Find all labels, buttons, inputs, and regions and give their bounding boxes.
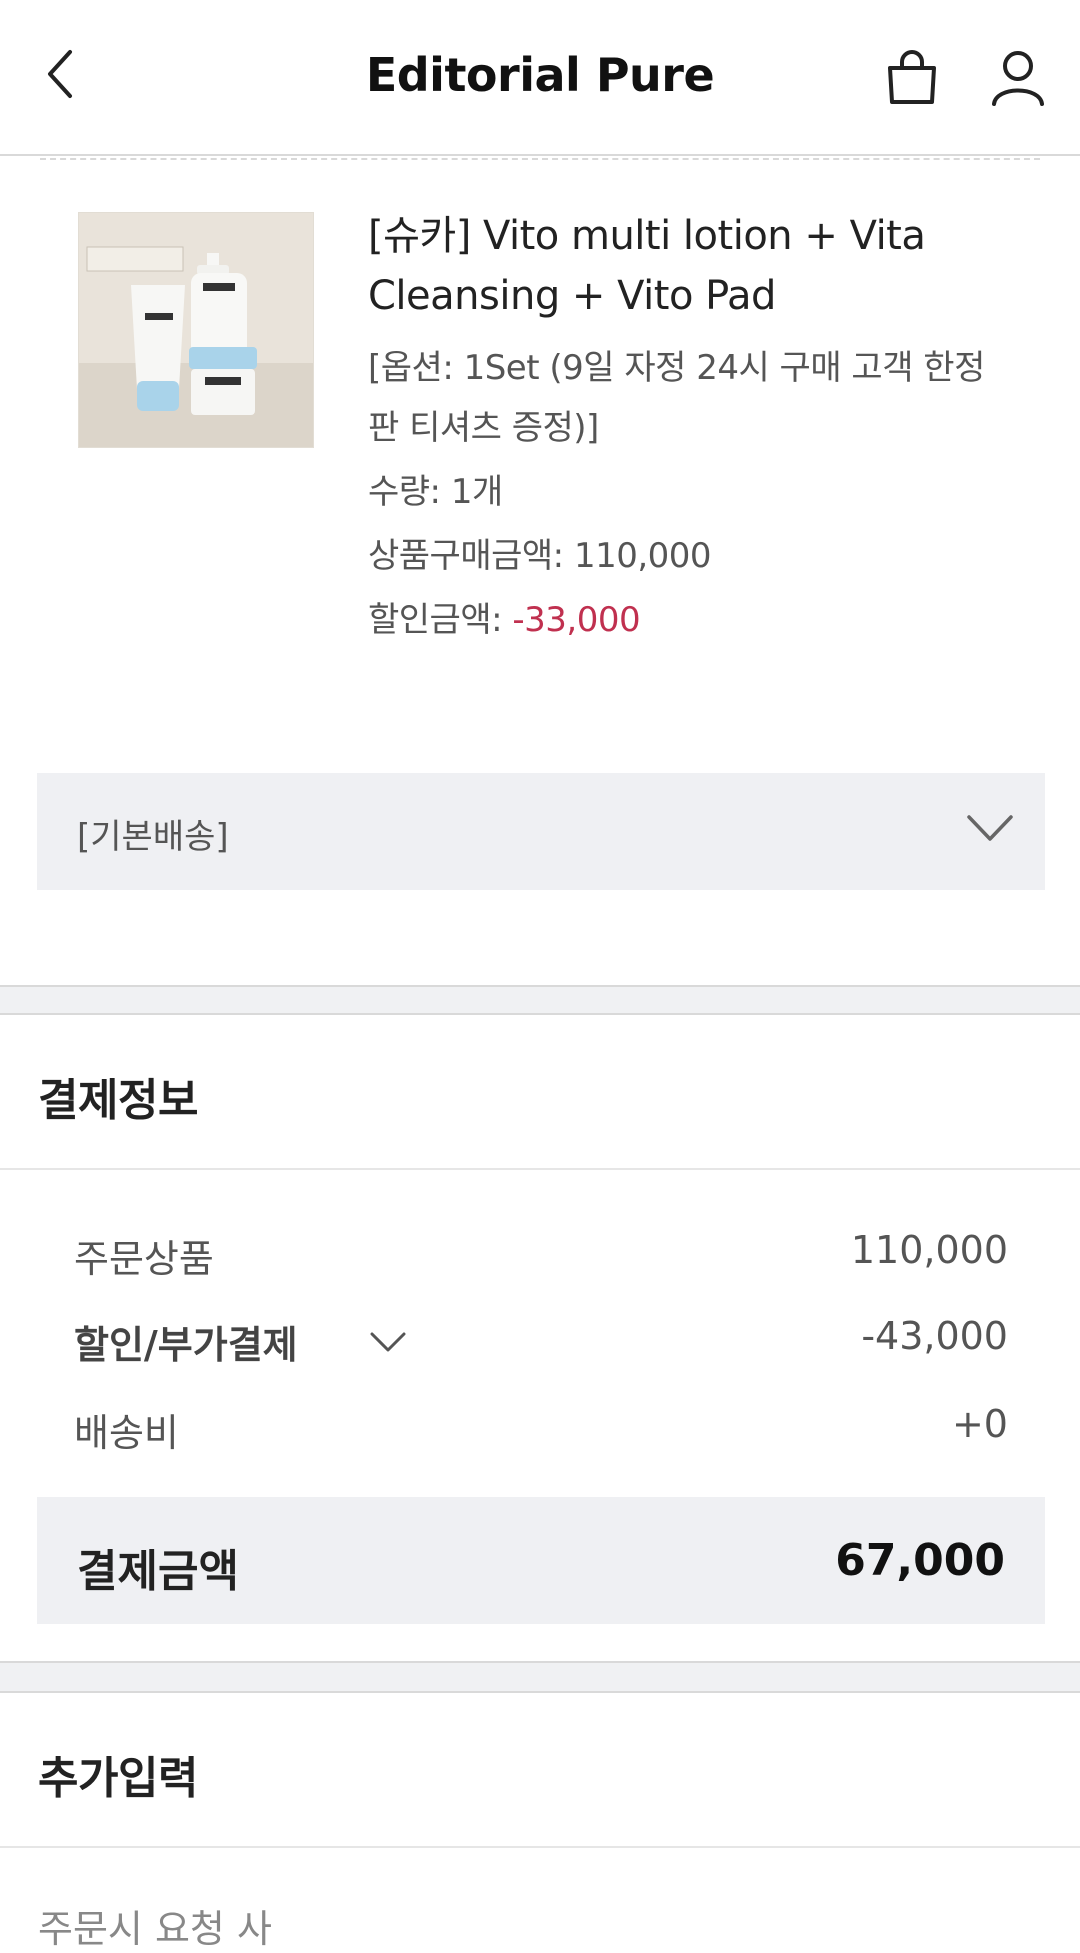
user-icon [992, 51, 1044, 106]
chevron-down-icon [967, 815, 1013, 841]
divider [0, 1168, 1080, 1170]
total-value: 67,000 [835, 1535, 1005, 1586]
shipping-accordion[interactable]: [기본배송] [37, 773, 1045, 890]
total-box: 결제금액 67,000 [37, 1497, 1045, 1624]
section-separator [0, 1661, 1080, 1693]
order-items-value: 110,000 [850, 1228, 1008, 1272]
chevron-down-icon[interactable] [368, 1326, 408, 1356]
product-price: 상품구매금액: 110,000 [368, 536, 712, 576]
divider [0, 1846, 1080, 1848]
discount-label: 할인금액: [368, 600, 513, 640]
product-quantity: 수량: 1개 [368, 472, 503, 512]
divider [40, 158, 1040, 160]
extra-section-title: 추가입력 [38, 1753, 198, 1804]
product-photo [79, 213, 313, 447]
shipping-label: [기본배송] [77, 817, 229, 857]
product-image[interactable] [78, 212, 314, 448]
section-separator [0, 985, 1080, 1015]
top-bar: Editorial Pure [0, 0, 1080, 156]
discount-value: -43,000 [861, 1314, 1008, 1358]
product-discount: 할인금액: -33,000 [368, 592, 641, 641]
order-request-label: 주문시 요청 사 [38, 1907, 272, 1951]
product-option: [옵션: 1Set (9일 자정 24시 구매 고객 한정판 티셔츠 증정)] [368, 348, 985, 448]
account-button[interactable] [990, 48, 1046, 106]
shipping-fee-label: 배송비 [74, 1411, 179, 1455]
product-name[interactable]: [슈카] Vito multi lotion + Vita Cleansing … [368, 206, 1028, 326]
shopping-bag-icon [888, 50, 936, 104]
total-label: 결제금액 [77, 1546, 239, 1597]
cart-button[interactable] [882, 50, 942, 106]
order-items-label: 주문상품 [74, 1237, 214, 1281]
shipping-fee-value: +0 [951, 1402, 1008, 1446]
payment-section-title: 결제정보 [38, 1075, 198, 1126]
discount-toggle[interactable]: 할인/부가결제 [74, 1314, 298, 1369]
discount-value: -33,000 [512, 600, 641, 640]
